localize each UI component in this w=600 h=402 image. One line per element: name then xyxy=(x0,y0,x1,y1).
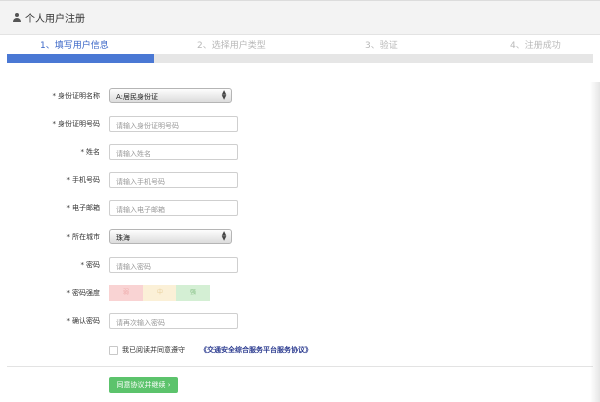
email-input[interactable]: 请输入电子邮箱 xyxy=(109,200,238,216)
step-2: 2、选择用户类型 xyxy=(197,41,266,51)
panel-shadow xyxy=(590,82,600,402)
progress-bar xyxy=(7,54,593,63)
strength-weak: 弱 xyxy=(109,285,143,301)
agreement-text: 我已阅读并同意遵守 xyxy=(122,346,185,354)
strength-strong: 强 xyxy=(176,285,210,301)
user-icon xyxy=(13,13,21,22)
password-input[interactable]: 请输入密码 xyxy=(109,257,238,273)
id-number-input[interactable]: 请输入身份证明号码 xyxy=(109,116,238,132)
password-row: * 密码 请输入密码 xyxy=(0,257,600,273)
step-3: 3、验证 xyxy=(365,41,398,51)
id-number-row: * 身份证明号码 请输入身份证明号码 xyxy=(0,116,600,132)
phone-label: * 手机号码 xyxy=(66,176,101,184)
progress-fill xyxy=(7,54,154,63)
step-indicator: 1、填写用户信息 2、选择用户类型 3、验证 4、注册成功 xyxy=(7,38,593,52)
email-row: * 电子邮箱 请输入电子邮箱 xyxy=(0,200,600,216)
select-arrows-icon: ▲ ▼ xyxy=(221,230,227,242)
phone-input[interactable]: 请输入手机号码 xyxy=(109,172,238,188)
city-row: * 所在城市 珠海 ▲ ▼ xyxy=(0,229,600,245)
step-1: 1、填写用户信息 xyxy=(40,41,109,51)
strength-medium: 中 xyxy=(143,285,177,301)
id-type-label: * 身份证明名称 xyxy=(52,92,101,100)
confirm-password-row: * 确认密码 请再次输入密码 xyxy=(0,313,600,329)
name-row: * 姓名 请输入姓名 xyxy=(0,144,600,160)
strength-row: * 密码强度 弱 中 强 xyxy=(0,285,600,301)
divider xyxy=(7,366,593,367)
city-label: * 所在城市 xyxy=(66,233,101,241)
agree-continue-button[interactable]: 同意协议并继续 › xyxy=(109,377,178,393)
name-label: * 姓名 xyxy=(80,148,101,156)
id-type-row: * 身份证明名称 A:居民身份证 ▲ ▼ xyxy=(0,88,600,104)
confirm-password-input[interactable]: 请再次输入密码 xyxy=(109,313,238,329)
page-header: 个人用户注册 xyxy=(0,1,600,35)
confirm-password-label: * 确认密码 xyxy=(66,317,101,325)
password-label: * 密码 xyxy=(80,261,101,269)
agreement-checkbox[interactable] xyxy=(109,346,118,355)
email-label: * 电子邮箱 xyxy=(66,204,101,212)
step-4: 4、注册成功 xyxy=(510,41,561,51)
page-title: 个人用户注册 xyxy=(25,14,85,25)
select-arrows-icon: ▲ ▼ xyxy=(221,89,227,101)
strength-label: * 密码强度 xyxy=(66,289,101,297)
id-number-label: * 身份证明号码 xyxy=(52,120,101,128)
name-input[interactable]: 请输入姓名 xyxy=(109,144,238,160)
phone-row: * 手机号码 请输入手机号码 xyxy=(0,172,600,188)
id-type-select[interactable]: A:居民身份证 ▲ ▼ xyxy=(109,88,232,103)
city-select[interactable]: 珠海 ▲ ▼ xyxy=(109,229,232,244)
agreement-link[interactable]: 《交通安全综合服务平台服务协议》 xyxy=(200,345,312,355)
